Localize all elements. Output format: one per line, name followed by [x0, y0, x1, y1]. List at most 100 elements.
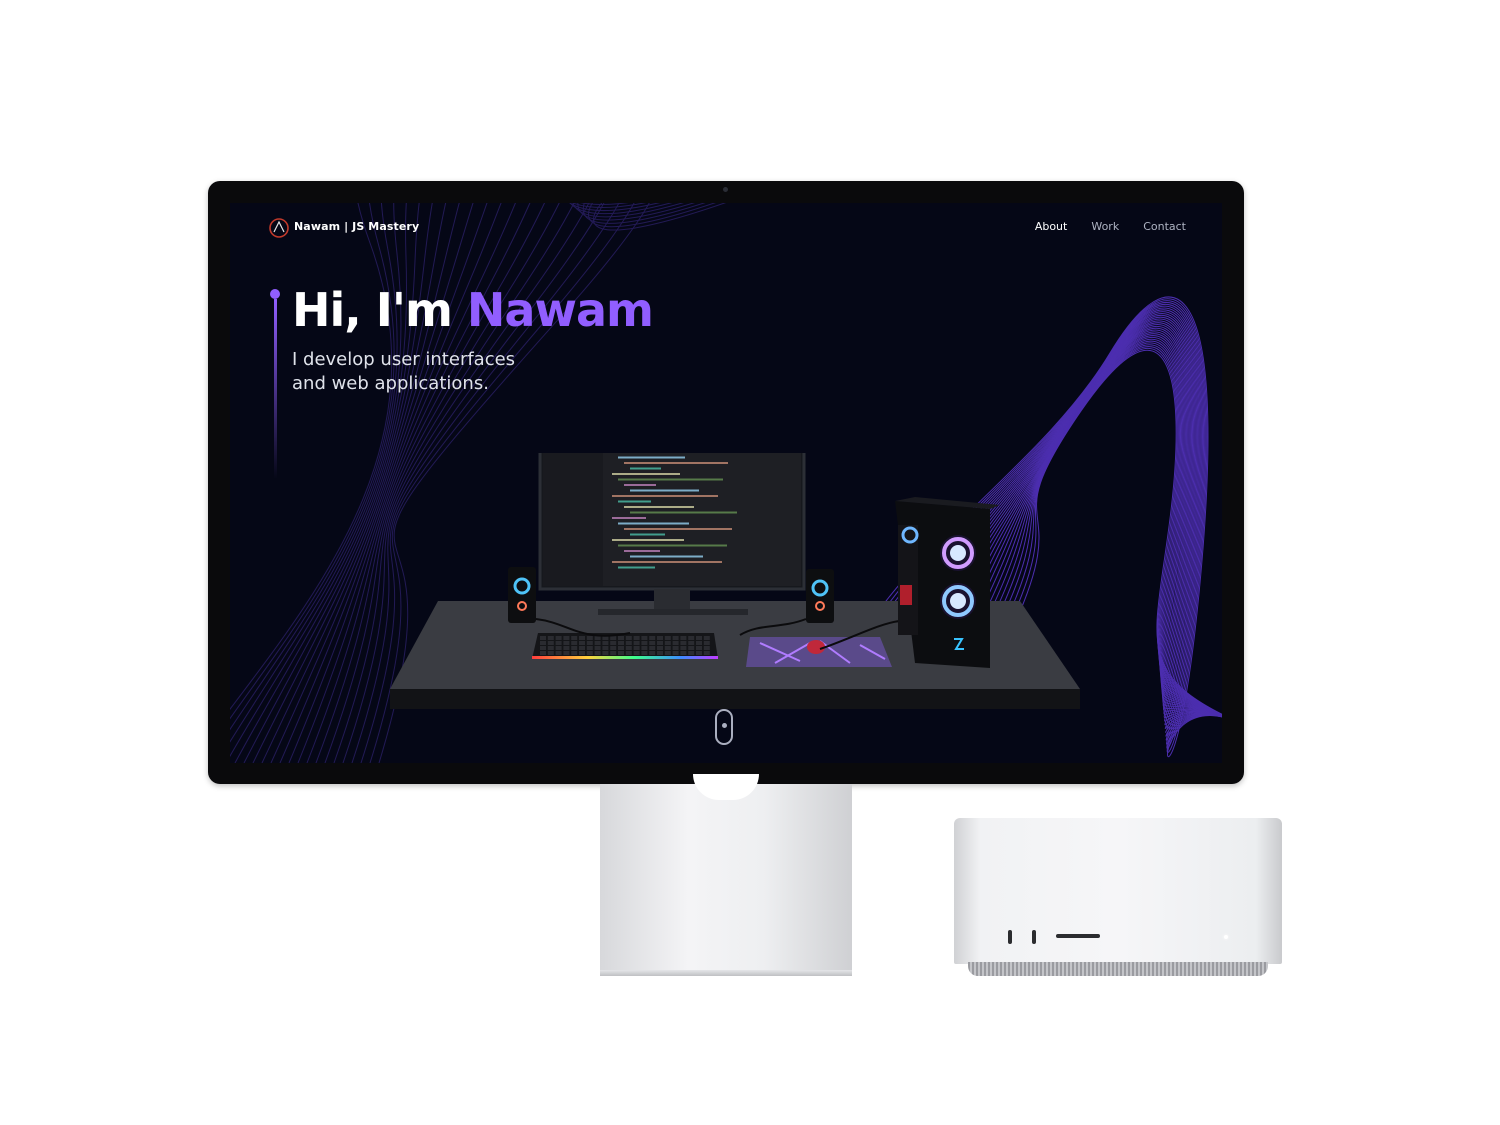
scroll-dot	[722, 723, 727, 728]
keyboard-key	[586, 646, 593, 650]
code-line	[624, 528, 732, 530]
keyboard-key	[563, 641, 570, 645]
brand-name[interactable]: Nawam | JS Mastery	[294, 220, 419, 233]
mousepad	[746, 637, 892, 667]
keyboard-key	[571, 646, 578, 650]
keyboard-key	[680, 641, 687, 645]
code-line	[624, 506, 694, 508]
hero-subtitle-line2: and web applications.	[292, 373, 489, 394]
nav-work[interactable]: Work	[1091, 220, 1119, 233]
hero-title: Hi, I'm Nawam	[292, 283, 654, 337]
keyboard-key	[563, 651, 570, 655]
sd-card-slot	[1056, 934, 1100, 938]
code-line	[624, 484, 656, 486]
power-led	[1224, 935, 1228, 939]
keyboard-key	[696, 646, 702, 650]
keyboard-key	[586, 641, 593, 645]
usb-c-port	[1008, 930, 1012, 944]
keyboard-key	[555, 636, 562, 640]
keyboard-key	[625, 651, 632, 655]
keyboard-key	[703, 651, 710, 655]
keyboard-key	[618, 641, 624, 645]
keyboard-key	[641, 641, 648, 645]
code-line	[624, 462, 728, 464]
keyboard-key	[610, 651, 617, 655]
desk-edge	[390, 689, 1080, 709]
keyboard-key	[579, 636, 585, 640]
keyboard-key	[555, 641, 562, 645]
code-line	[618, 500, 651, 503]
keyboard-key	[696, 641, 702, 645]
keyboard-key	[633, 636, 640, 640]
keyboard-key	[594, 646, 601, 650]
code-line	[618, 544, 727, 547]
nav-contact[interactable]: Contact	[1143, 220, 1186, 233]
keyboard-key	[547, 641, 554, 645]
code-line	[618, 478, 723, 481]
keyboard-key	[696, 651, 702, 655]
keyboard-key	[664, 651, 671, 655]
keyboard-key	[633, 646, 640, 650]
keyboard-key	[610, 636, 617, 640]
keyboard-key	[688, 636, 695, 640]
keyboard-key	[547, 646, 554, 650]
keyboard-key	[641, 651, 648, 655]
keyboard-key	[563, 646, 570, 650]
keyboard-key	[618, 636, 624, 640]
code-line	[612, 539, 684, 541]
keyboard-key	[625, 636, 632, 640]
keyboard-key	[547, 636, 554, 640]
keyboard-key	[672, 636, 679, 640]
mac-studio	[954, 818, 1282, 964]
keyboard-key	[571, 636, 578, 640]
mouse	[807, 640, 825, 654]
desk-setup-3d[interactable]	[380, 453, 1100, 753]
keyboard	[532, 633, 718, 659]
keyboard-key	[555, 651, 562, 655]
keyboard-key	[540, 641, 546, 645]
scroll-down-icon[interactable]	[715, 709, 733, 745]
desk-monitor	[538, 453, 806, 615]
keyboard-key	[672, 641, 679, 645]
nav-about[interactable]: About	[1035, 220, 1068, 233]
hero-subtitle: I develop user interfaces and web applic…	[292, 348, 562, 396]
keyboard-key	[703, 646, 710, 650]
keyboard-key	[540, 651, 546, 655]
mac-studio-vent	[968, 962, 1268, 976]
keyboard-key	[680, 651, 687, 655]
keyboard-key	[602, 641, 609, 645]
keyboard-key	[688, 641, 695, 645]
stand-cable-hole	[693, 774, 759, 800]
keyboard-key	[633, 641, 640, 645]
code-line	[630, 489, 699, 492]
keyboard-key	[594, 641, 601, 645]
keyboard-key	[579, 646, 585, 650]
hero-accent-line	[274, 299, 277, 479]
keyboard-key	[641, 646, 648, 650]
code-line	[630, 533, 665, 536]
keyboard-key	[602, 646, 609, 650]
left-speaker	[508, 567, 536, 623]
keyboard-key	[657, 651, 663, 655]
main-nav: About Work Contact	[1035, 220, 1186, 233]
keyboard-key	[641, 636, 648, 640]
keyboard-key	[696, 636, 702, 640]
code-line	[630, 511, 737, 514]
keyboard-key	[571, 651, 578, 655]
keyboard-key	[594, 651, 601, 655]
keyboard-key	[664, 646, 671, 650]
code-line	[618, 522, 689, 525]
keyboard-key	[579, 641, 585, 645]
keyboard-key	[703, 641, 710, 645]
hero-subtitle-line1: I develop user interfaces	[292, 349, 516, 370]
logo-icon[interactable]	[268, 217, 290, 239]
keyboard-key	[563, 636, 570, 640]
keyboard-key	[610, 646, 617, 650]
keyboard-key	[571, 641, 578, 645]
keyboard-key	[649, 646, 656, 650]
keyboard-key	[625, 641, 632, 645]
code-line	[612, 473, 680, 475]
hero-greeting: Hi, I'm	[292, 283, 467, 337]
keyboard-key	[657, 646, 663, 650]
right-speaker	[806, 569, 834, 623]
